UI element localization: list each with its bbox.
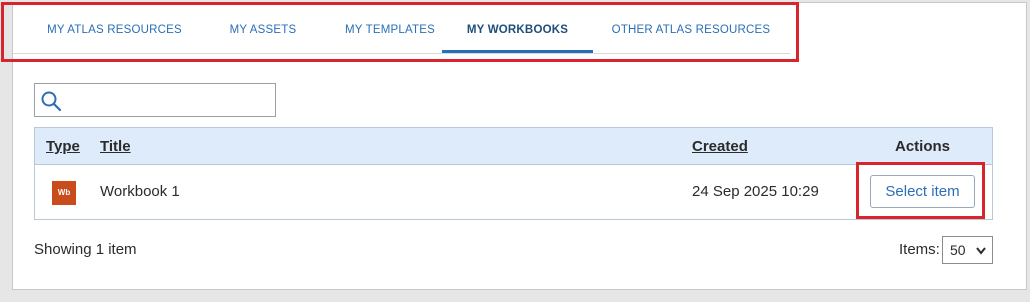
showing-count: Showing 1 item xyxy=(34,241,137,258)
column-header-type[interactable]: Type xyxy=(46,128,80,165)
table-header: Type Title Created Actions xyxy=(35,128,992,165)
items-per-page-label: Items: xyxy=(899,241,940,258)
column-header-created[interactable]: Created xyxy=(692,128,748,165)
workbook-icon: Wb xyxy=(52,181,76,205)
column-header-actions: Actions xyxy=(895,138,951,155)
select-item-button[interactable]: Select item xyxy=(870,175,975,208)
chevron-down-icon xyxy=(976,247,986,255)
tab-my-atlas-resources[interactable]: MY ATLAS RESOURCES xyxy=(28,3,201,53)
column-header-title[interactable]: Title xyxy=(100,128,131,165)
search-input[interactable] xyxy=(67,88,271,114)
tab-other-atlas-resources[interactable]: OTHER ATLAS RESOURCES xyxy=(609,3,773,53)
tab-my-workbooks[interactable]: MY WORKBOOKS xyxy=(442,3,593,53)
search-icon xyxy=(41,91,62,112)
items-per-page-value: 50 xyxy=(950,242,966,258)
workbooks-table: Type Title Created Actions Wb Workbook 1… xyxy=(34,127,993,220)
row-created: 24 Sep 2025 10:29 xyxy=(692,183,819,200)
tab-my-templates[interactable]: MY TEMPLATES xyxy=(325,3,455,53)
search-box[interactable] xyxy=(34,83,276,117)
tab-my-assets[interactable]: MY ASSETS xyxy=(201,3,325,53)
table-row: Wb Workbook 1 24 Sep 2025 10:29 Select i… xyxy=(35,165,992,219)
tab-bar: MY ATLAS RESOURCES MY ASSETS MY TEMPLATE… xyxy=(13,3,790,54)
items-per-page-select[interactable]: 50 xyxy=(942,236,993,264)
row-title: Workbook 1 xyxy=(100,183,180,200)
